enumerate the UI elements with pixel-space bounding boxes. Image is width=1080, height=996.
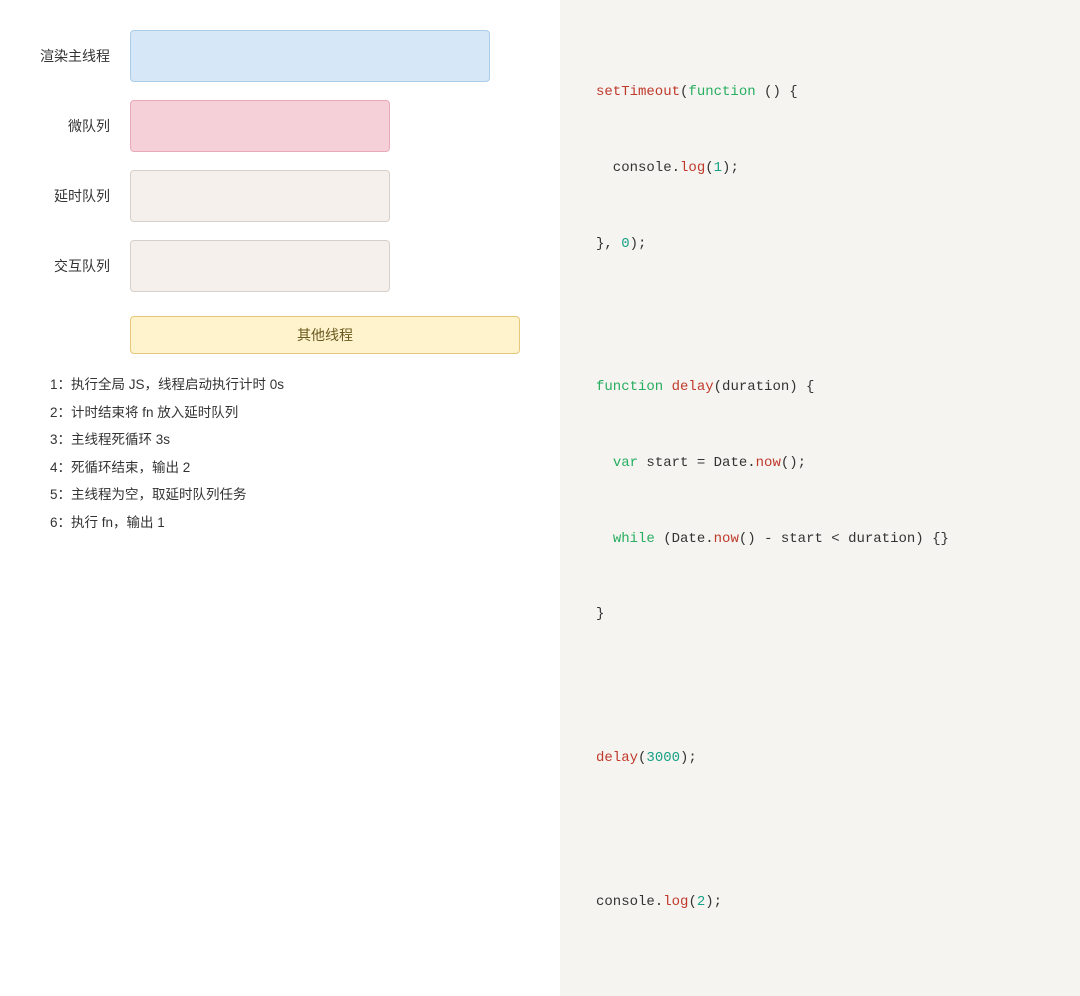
note-2: 2：计时结束将 fn 放入延时队列 (50, 402, 520, 424)
main-thread-label: 渲染主线程 (40, 46, 110, 66)
note-1: 1：执行全局 JS，线程启动执行计时 0s (50, 374, 520, 396)
code-line-3: }, 0); (596, 232, 1044, 257)
code-line-5: function delay(duration) { (596, 375, 1044, 400)
code-gap-3 (596, 822, 1044, 840)
microtask-label: 微队列 (40, 116, 110, 136)
main-thread-row: 渲染主线程 (40, 30, 520, 82)
note-5: 5：主线程为空，取延时队列任务 (50, 484, 520, 506)
code-line-12: console.log(2); (596, 890, 1044, 915)
interaction-queue-label: 交互队列 (40, 256, 110, 276)
code-line-8: } (596, 602, 1044, 627)
notes-section: 1：执行全局 JS，线程启动执行计时 0s 2：计时结束将 fn 放入延时队列 … (50, 374, 520, 534)
code-line-7: while (Date.now() - start < duration) {} (596, 527, 1044, 552)
left-panel: 渲染主线程 微队列 延时队列 交互队列 其他线程 1：执行全局 JS，线程启动执… (0, 0, 560, 996)
code-gap-1 (596, 307, 1044, 325)
note-4: 4：死循环结束，输出 2 (50, 457, 520, 479)
delay-queue-label: 延时队列 (40, 186, 110, 206)
code-line-2: console.log(1); (596, 156, 1044, 181)
microtask-box (130, 100, 390, 152)
delay-queue-row: 延时队列 (40, 170, 520, 222)
code-line-6: var start = Date.now(); (596, 451, 1044, 476)
microtask-row: 微队列 (40, 100, 520, 152)
main-thread-box (130, 30, 490, 82)
code-line-1: setTimeout(function () { (596, 80, 1044, 105)
interaction-queue-row: 交互队列 (40, 240, 520, 292)
other-thread-button[interactable]: 其他线程 (130, 316, 520, 354)
code-panel: setTimeout(function () { console.log(1);… (560, 0, 1080, 996)
interaction-queue-box (130, 240, 390, 292)
code-line-10: delay(3000); (596, 746, 1044, 771)
code-block: setTimeout(function () { console.log(1);… (596, 30, 1044, 966)
note-3: 3：主线程死循环 3s (50, 429, 520, 451)
code-gap-2 (596, 678, 1044, 696)
note-6: 6：执行 fn，输出 1 (50, 512, 520, 534)
delay-queue-box (130, 170, 390, 222)
